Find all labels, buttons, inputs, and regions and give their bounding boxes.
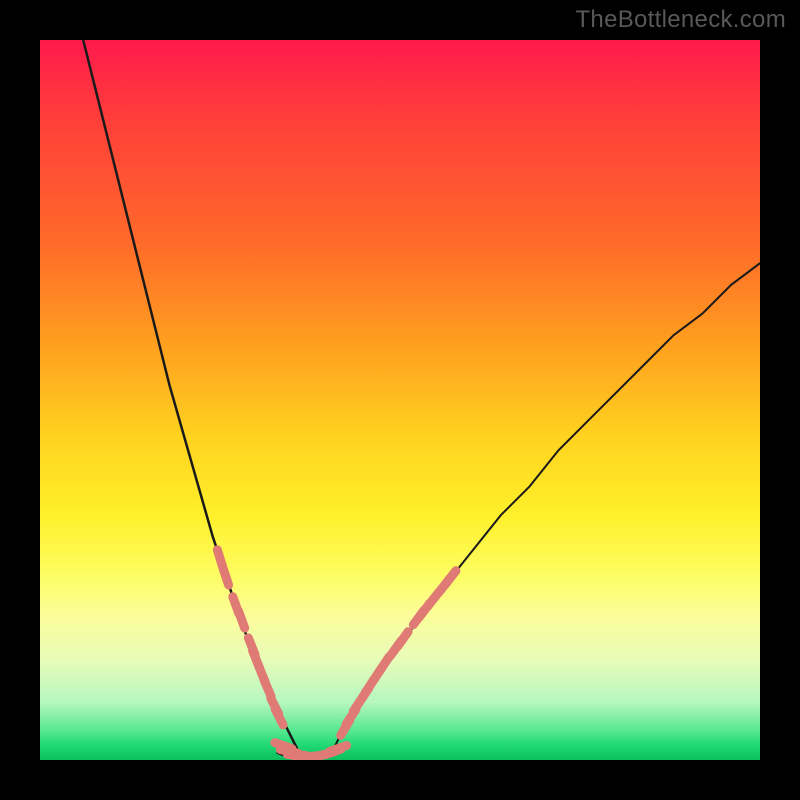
marker-dash: [223, 568, 229, 585]
marker-group: [217, 550, 456, 757]
series-right-curve: [328, 263, 760, 753]
chart-svg: [40, 40, 760, 760]
marker-dash: [445, 571, 456, 585]
bottleneck-curve-group: [83, 40, 760, 759]
series-left-curve: [83, 40, 299, 753]
marker-dash: [330, 746, 347, 752]
watermark-text: TheBottleneck.com: [575, 6, 786, 34]
marker-dash: [239, 611, 245, 628]
plot-area: [40, 40, 760, 760]
marker-dash: [398, 632, 408, 647]
chart-frame: TheBottleneck.com: [0, 0, 800, 800]
